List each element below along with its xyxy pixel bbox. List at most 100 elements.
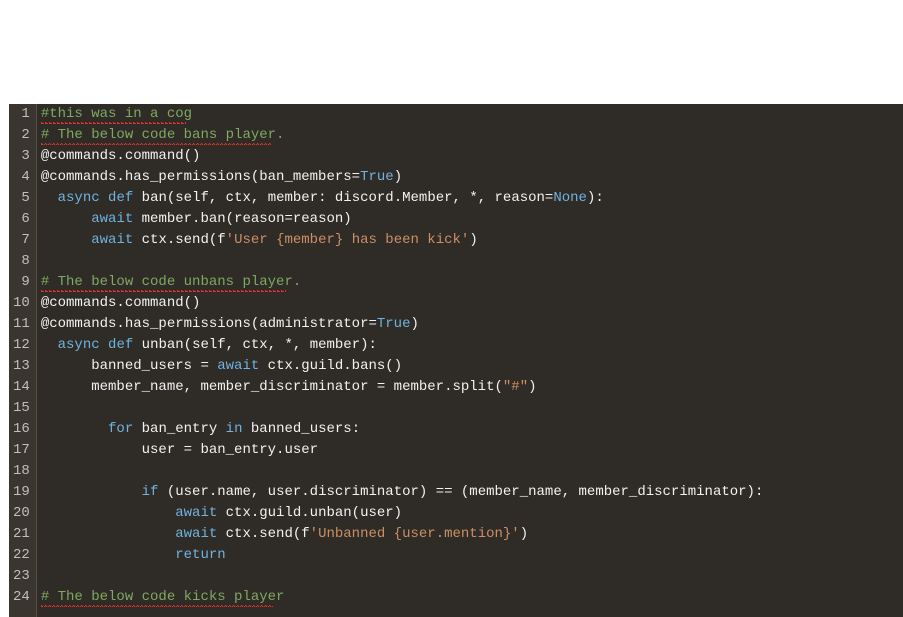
code-token: return — [175, 547, 225, 563]
code-token — [41, 547, 175, 563]
code-line[interactable]: user = ban_entry.user — [39, 440, 903, 461]
code-line[interactable]: # The below code unbans player. — [39, 272, 903, 293]
code-line[interactable]: # The below code bans player. — [39, 125, 903, 146]
code-line[interactable]: return — [39, 545, 903, 566]
code-token: await — [175, 526, 217, 542]
line-number: 4 — [13, 167, 30, 188]
code-token: True — [360, 169, 394, 185]
line-number: 6 — [13, 209, 30, 230]
code-token: unban(self, ctx, *, member): — [133, 337, 377, 353]
code-token: ) — [520, 526, 528, 542]
error-squiggle — [41, 605, 273, 607]
code-token: await — [91, 232, 133, 248]
code-line[interactable]: await member.ban(reason=reason) — [39, 209, 903, 230]
code-token — [41, 190, 58, 206]
code-line[interactable]: # The below code kicks player — [39, 587, 903, 608]
code-token — [41, 421, 108, 437]
code-token: await — [91, 211, 133, 227]
line-number: 20 — [13, 503, 30, 524]
code-area[interactable]: #this was in a cog # The below code bans … — [37, 104, 903, 617]
line-number: 9 — [13, 272, 30, 293]
code-token: def — [108, 190, 133, 206]
line-number: 12 — [13, 335, 30, 356]
code-editor[interactable]: 123456789101112131415161718192021222324 … — [9, 104, 903, 617]
line-number: 7 — [13, 230, 30, 251]
code-token: user = ban_entry.user — [41, 442, 318, 458]
code-token — [41, 337, 58, 353]
line-number: 13 — [13, 356, 30, 377]
code-line[interactable]: async def unban(self, ctx, *, member): — [39, 335, 903, 356]
code-token: # The below code unbans player. — [41, 274, 301, 290]
code-line[interactable]: member_name, member_discriminator = memb… — [39, 377, 903, 398]
line-number: 19 — [13, 482, 30, 503]
error-squiggle — [41, 290, 286, 292]
line-number: 11 — [13, 314, 30, 335]
code-token: ) — [394, 169, 402, 185]
code-token — [100, 337, 108, 353]
code-line[interactable]: async def ban(self, ctx, member: discord… — [39, 188, 903, 209]
code-line[interactable]: @commands.has_permissions(ban_members=Tr… — [39, 167, 903, 188]
line-number: 3 — [13, 146, 30, 167]
code-token: async — [58, 337, 100, 353]
code-token: ctx.guild.unban(user) — [217, 505, 402, 521]
code-token: member.ban(reason=reason) — [133, 211, 351, 227]
code-token: # The below code bans player. — [41, 127, 285, 143]
error-squiggle — [41, 143, 271, 145]
code-token: async — [58, 190, 100, 206]
code-line[interactable]: @commands.has_permissions(administrator=… — [39, 314, 903, 335]
line-number: 21 — [13, 524, 30, 545]
code-token: @commands.command() — [41, 148, 201, 164]
code-token: ban_entry — [133, 421, 225, 437]
code-token: in — [226, 421, 243, 437]
code-token — [41, 505, 175, 521]
code-token: # The below code kicks player — [41, 589, 285, 605]
line-number: 18 — [13, 461, 30, 482]
code-line[interactable]: for ban_entry in banned_users: — [39, 419, 903, 440]
code-token: member_name, member_discriminator = memb… — [41, 379, 503, 395]
code-line[interactable]: @commands.command() — [39, 146, 903, 167]
code-token: if — [142, 484, 159, 500]
error-squiggle — [41, 122, 186, 124]
code-line[interactable]: if (user.name, user.discriminator) == (m… — [39, 482, 903, 503]
code-token — [41, 526, 175, 542]
line-number: 1 — [13, 104, 30, 125]
code-line[interactable]: banned_users = await ctx.guild.bans() — [39, 356, 903, 377]
code-token: (user.name, user.discriminator) == (memb… — [158, 484, 763, 500]
code-token: ctx.guild.bans() — [259, 358, 402, 374]
code-token: True — [377, 316, 411, 332]
code-token: for — [108, 421, 133, 437]
code-token: await — [217, 358, 259, 374]
line-number: 2 — [13, 125, 30, 146]
line-number: 10 — [13, 293, 30, 314]
code-token: 'User {member} has been kick' — [226, 232, 470, 248]
code-token: ctx.send(f — [217, 526, 309, 542]
code-token: @commands.has_permissions(administrator= — [41, 316, 377, 332]
code-line[interactable]: @commands.command() — [39, 293, 903, 314]
code-line[interactable] — [39, 398, 903, 419]
code-token — [41, 484, 142, 500]
code-line[interactable] — [39, 566, 903, 587]
code-line[interactable]: await ctx.guild.unban(user) — [39, 503, 903, 524]
line-number: 5 — [13, 188, 30, 209]
line-number: 15 — [13, 398, 30, 419]
line-number: 16 — [13, 419, 30, 440]
code-line[interactable]: await ctx.send(f'Unbanned {user.mention}… — [39, 524, 903, 545]
line-number: 17 — [13, 440, 30, 461]
code-token: None — [553, 190, 587, 206]
code-line[interactable]: await ctx.send(f'User {member} has been … — [39, 230, 903, 251]
code-line[interactable] — [39, 461, 903, 482]
code-token: @commands.command() — [41, 295, 201, 311]
code-line[interactable]: #this was in a cog — [39, 104, 903, 125]
code-token: ban(self, ctx, member: discord.Member, *… — [133, 190, 553, 206]
line-number: 24 — [13, 587, 30, 608]
code-line[interactable] — [39, 251, 903, 272]
code-token: def — [108, 337, 133, 353]
code-token: #this was in a cog — [41, 106, 192, 122]
line-number: 8 — [13, 251, 30, 272]
code-token — [100, 190, 108, 206]
code-token: ) — [528, 379, 536, 395]
code-token: "#" — [503, 379, 528, 395]
line-number: 22 — [13, 545, 30, 566]
code-token: 'Unbanned {user.mention}' — [310, 526, 520, 542]
code-token: ctx.send(f — [133, 232, 225, 248]
